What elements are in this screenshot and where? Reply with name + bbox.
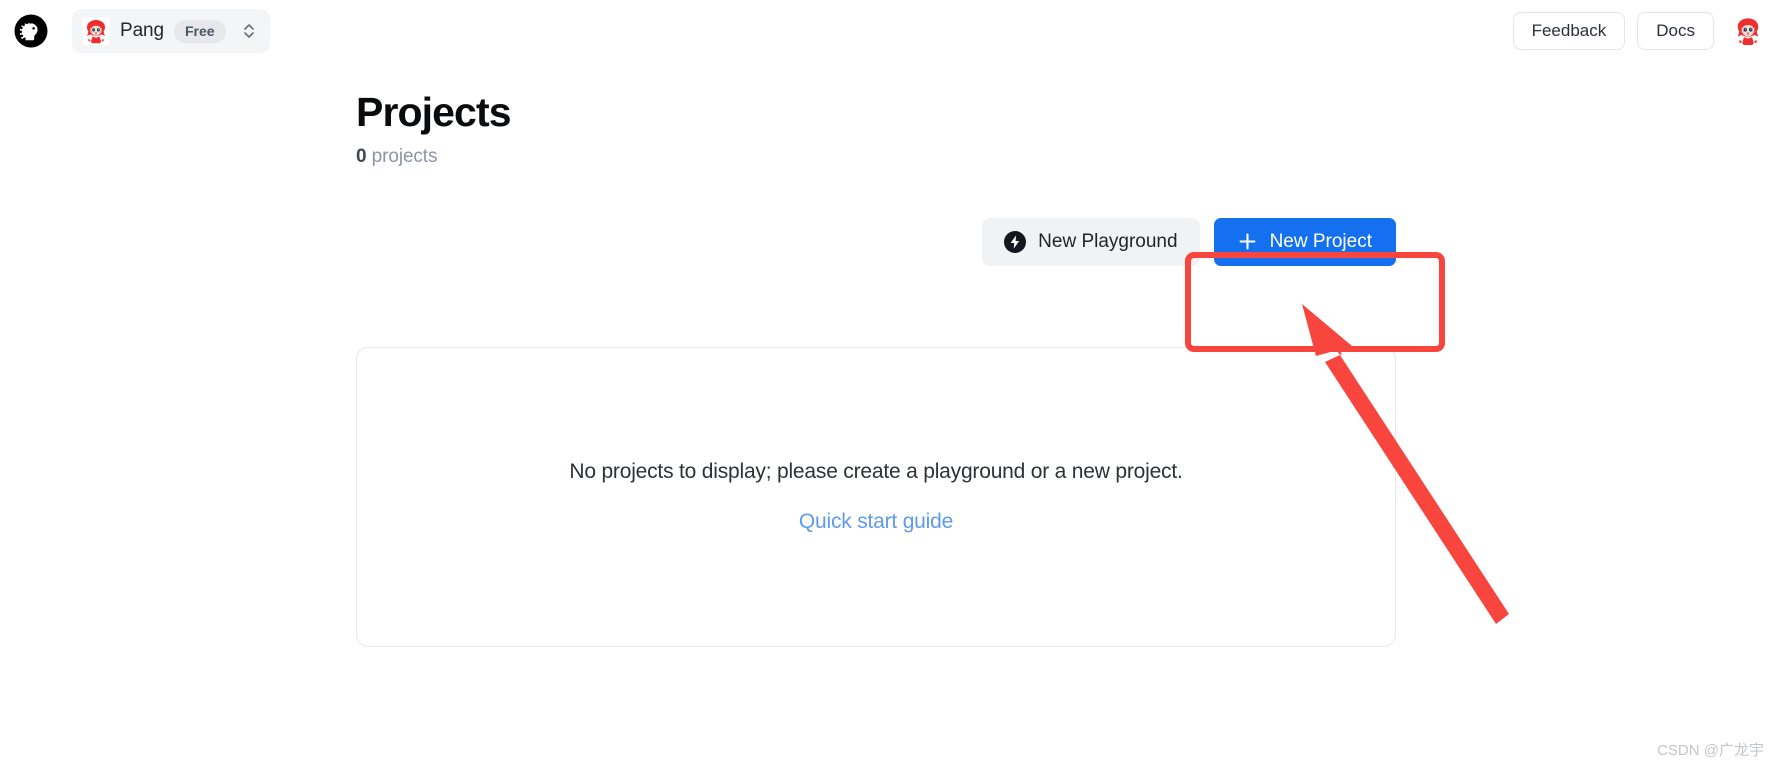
plus-icon — [1238, 232, 1257, 251]
project-count-number: 0 — [356, 145, 367, 167]
neon-logo-icon[interactable] — [14, 14, 48, 48]
org-avatar — [82, 17, 110, 45]
actions-row: New Playground New Project — [356, 216, 1396, 268]
app-header: Pang Free Feedback Docs — [0, 0, 1784, 62]
new-project-button[interactable]: New Project — [1213, 217, 1396, 266]
main-content: Projects 0 projects New Playground New P… — [0, 62, 1784, 774]
docs-button[interactable]: Docs — [1637, 12, 1714, 50]
org-plan-badge: Free — [173, 19, 226, 43]
org-name: Pang — [120, 20, 164, 41]
quick-start-guide-link[interactable]: Quick start guide — [799, 510, 953, 534]
chevron-up-down-icon — [240, 20, 258, 42]
project-count-label: projects — [371, 145, 438, 167]
new-playground-label: New Playground — [1038, 230, 1178, 252]
actions-row-wrap: New Playground New Project — [356, 216, 1396, 268]
empty-state-message: No projects to display; please create a … — [569, 460, 1183, 483]
projects-header-block: Projects 0 projects New Playground New P… — [356, 89, 1396, 268]
empty-state-card: No projects to display; please create a … — [356, 347, 1396, 647]
org-selector[interactable]: Pang Free — [72, 9, 270, 53]
project-count: 0 projects — [356, 146, 1396, 168]
feedback-button[interactable]: Feedback — [1512, 12, 1626, 50]
new-playground-button[interactable]: New Playground — [982, 217, 1200, 266]
new-project-label: New Project — [1269, 230, 1372, 252]
user-avatar[interactable] — [1732, 15, 1764, 47]
lightning-bolt-icon — [1004, 230, 1027, 253]
page-title: Projects — [356, 89, 512, 135]
csdn-watermark: CSDN @广龙宇 — [1657, 742, 1764, 759]
header-actions: Feedback Docs — [1512, 12, 1764, 50]
